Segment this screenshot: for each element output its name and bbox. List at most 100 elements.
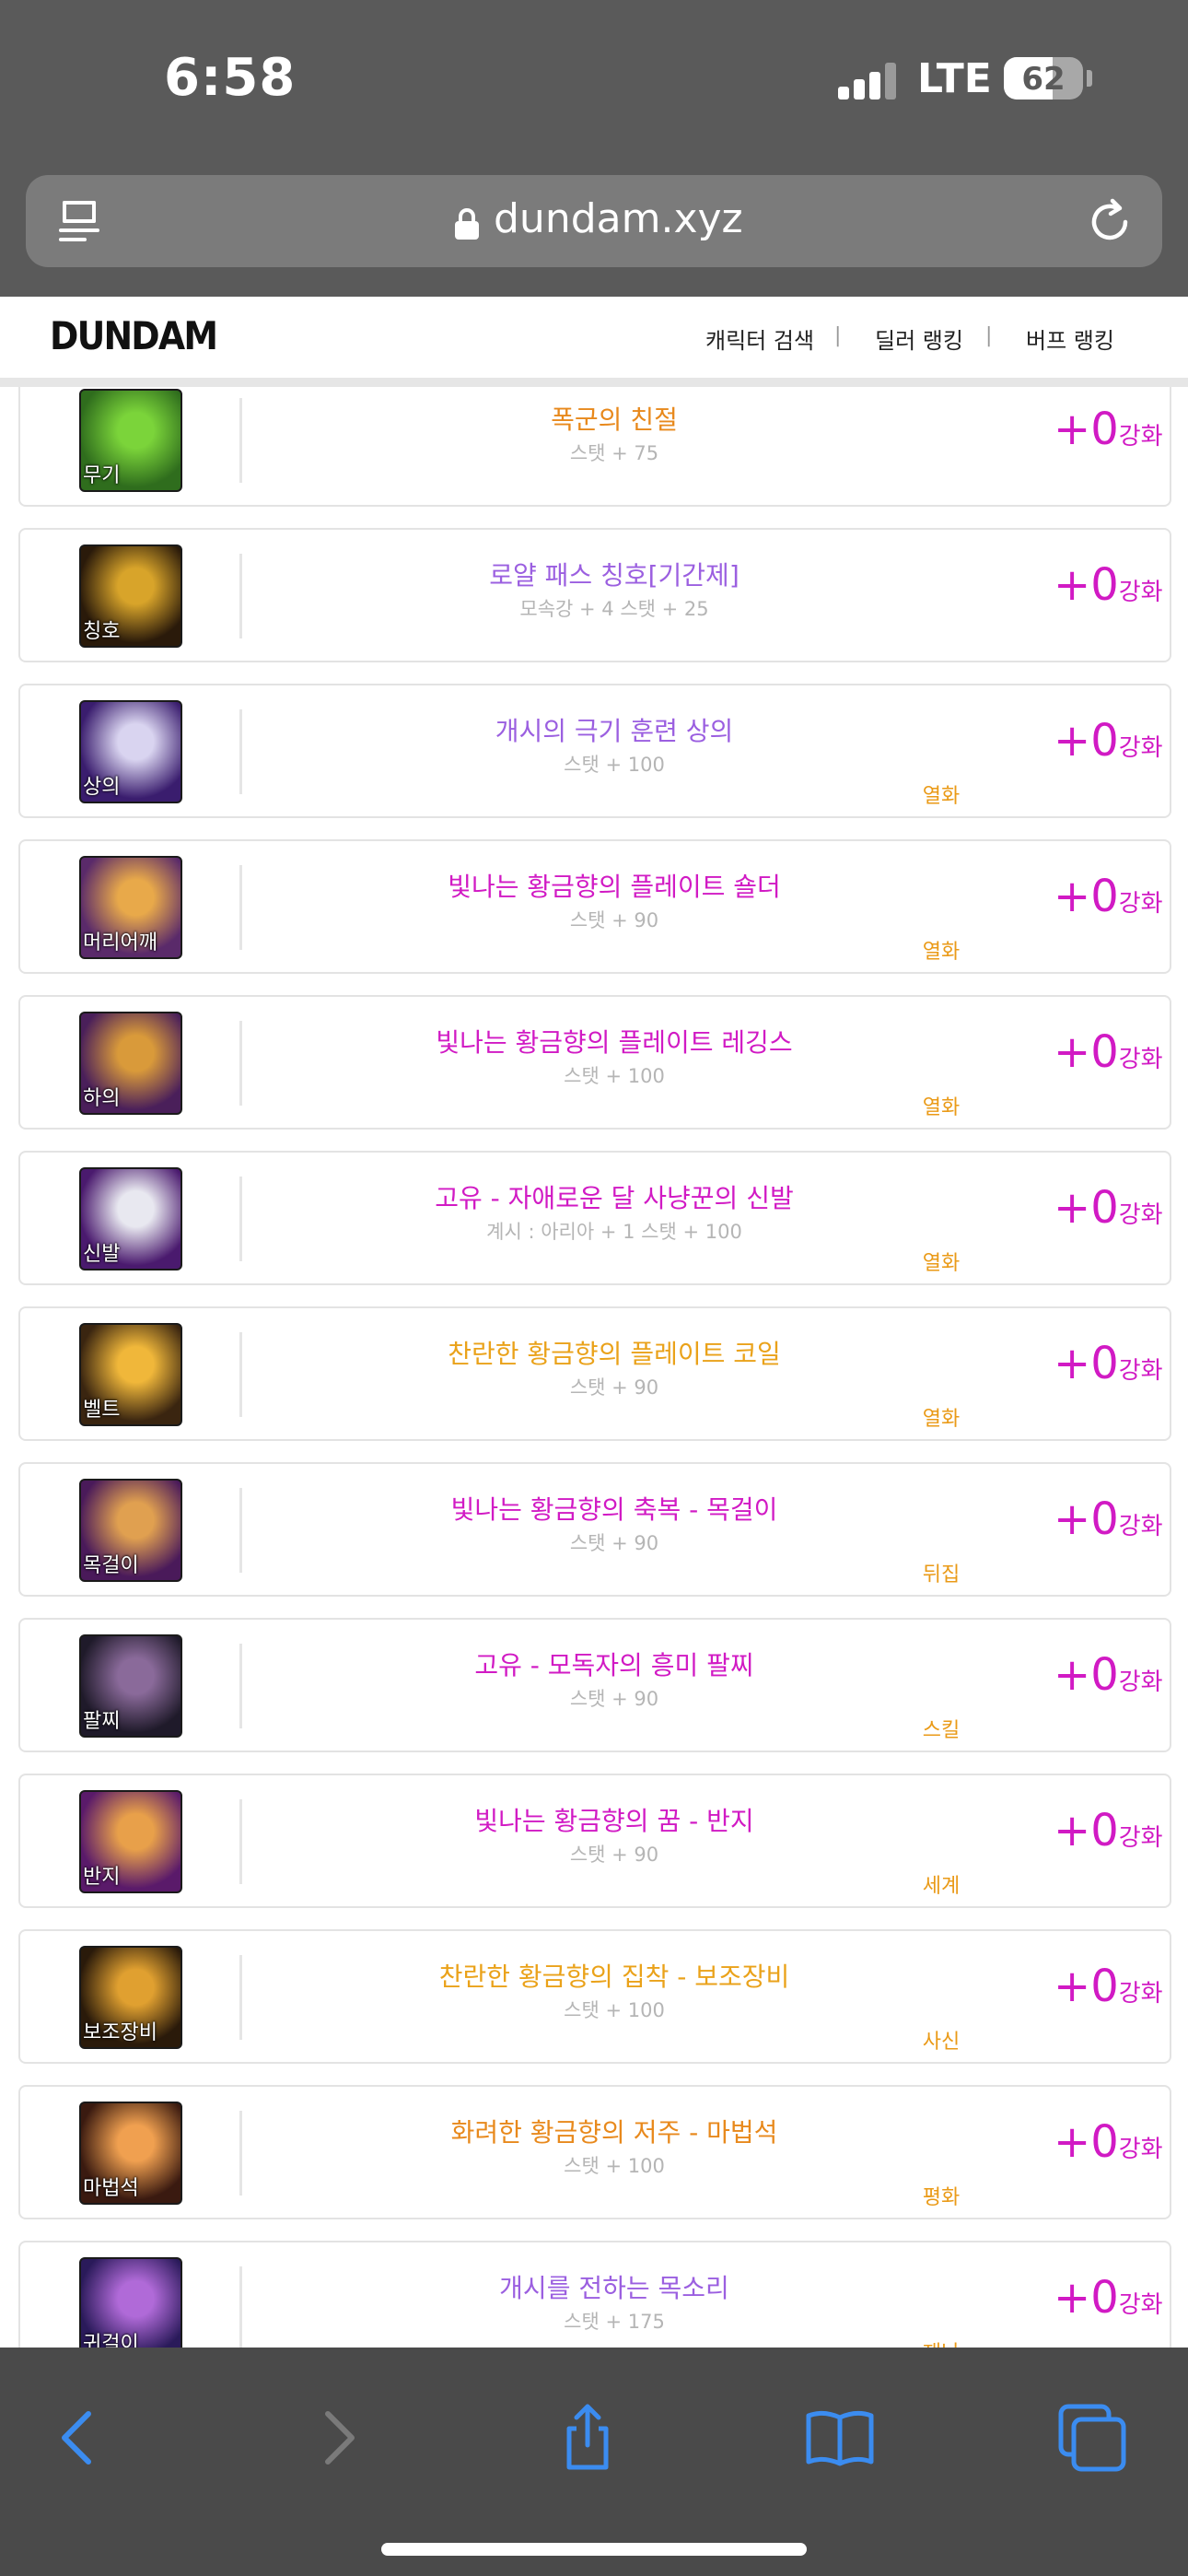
row-divider	[239, 709, 242, 794]
reinforce-level: +0강화	[1054, 871, 1163, 922]
item-stat: 스탯 + 100	[564, 1999, 665, 2021]
equipment-row[interactable]: 귀걸이 개시를 전하는 목소리스탯 + 175 재난 +0강화	[18, 2241, 1171, 2348]
reinforce-level: +0강화	[1054, 1182, 1163, 1234]
equipment-row[interactable]: 팔찌 고유 - 모독자의 흥미 팔찌 스탯 + 90 스킬 +0강화	[18, 1618, 1171, 1752]
nav-character-search[interactable]: 캐릭터 검색	[705, 322, 814, 355]
item-name[interactable]: 빛나는 황금향의 플레이트 레깅스	[250, 1023, 978, 1060]
item-name[interactable]: 고유 - 모독자의 흥미 팔찌	[250, 1645, 978, 1682]
cellular-signal-icon	[838, 61, 897, 100]
item-stat: 스탯 + 90	[569, 1688, 659, 1710]
row-divider	[239, 1799, 242, 1884]
reinforce-value: +0	[1054, 1026, 1119, 1078]
reload-icon[interactable]	[1085, 197, 1135, 247]
item-icon[interactable]: 칭호	[79, 544, 182, 648]
equipment-row[interactable]: 칭호 로얄 패스 칭호[기간제] 모속강 + 4 스탯 + 25 +0강화	[18, 528, 1171, 662]
item-stat: 스탯 + 90	[569, 1844, 659, 1866]
row-divider	[239, 398, 242, 483]
equipment-row[interactable]: 머리어깨 빛나는 황금향의 플레이트 숄더 스탯 + 90 열화 +0강화	[18, 839, 1171, 974]
item-name[interactable]: 폭군의 친절	[250, 400, 978, 437]
item-name[interactable]: 고유 - 자애로운 달 사냥꾼의 신발	[250, 1178, 978, 1215]
item-icon[interactable]: 상의	[79, 700, 182, 803]
address-bar[interactable]: dundam.xyz	[26, 175, 1162, 267]
slot-label: 반지	[83, 1866, 121, 1889]
reinforce-suffix: 강화	[1118, 1669, 1163, 1696]
reinforce-value: +0	[1054, 2272, 1119, 2324]
item-icon[interactable]: 반지	[79, 1790, 182, 1893]
reinforce-level: +0강화	[1054, 2116, 1163, 2168]
item-icon[interactable]: 머리어깨	[79, 856, 182, 959]
reinforce-value: +0	[1054, 871, 1119, 922]
item-name[interactable]: 빛나는 황금향의 꿈 - 반지	[250, 1801, 978, 1838]
equipment-row[interactable]: 벨트 찬란한 황금향의 플레이트 코일 스탯 + 90 열화 +0강화	[18, 1306, 1171, 1441]
item-name[interactable]: 빛나는 황금향의 축복 - 목걸이	[250, 1490, 978, 1527]
item-enchant: 재난	[886, 2336, 996, 2348]
equipment-row[interactable]: 반지 빛나는 황금향의 꿈 - 반지스탯 + 90 세계 +0강화	[18, 1774, 1171, 1908]
page-menu-icon[interactable]	[57, 199, 103, 245]
slot-label: 팔찌	[83, 1710, 121, 1733]
reinforce-value: +0	[1054, 559, 1119, 611]
reinforce-value: +0	[1054, 2116, 1119, 2168]
item-icon[interactable]: 목걸이	[79, 1479, 182, 1582]
reinforce-level: +0강화	[1054, 1026, 1163, 1078]
back-icon[interactable]	[42, 2401, 116, 2475]
equipment-row[interactable]: 목걸이 빛나는 황금향의 축복 - 목걸이 스탯 + 90 뒤집 +0강화	[18, 1462, 1171, 1597]
row-divider	[239, 1488, 242, 1573]
item-enchant: 세계	[922, 1875, 961, 1898]
item-name[interactable]: 화려한 황금향의 저주 - 마법석	[250, 2113, 978, 2149]
equipment-row[interactable]: 하의 빛나는 황금향의 플레이트 레깅스 스탯 + 100 열화 +0강화	[18, 995, 1171, 1130]
reinforce-level: +0강화	[1054, 1805, 1163, 1856]
item-name[interactable]: 로얄 패스 칭호[기간제]	[250, 556, 978, 592]
reinforce-suffix: 강화	[1118, 423, 1163, 451]
battery-tip	[1087, 70, 1092, 87]
item-name[interactable]: 개시를 전하는 목소리	[250, 2268, 978, 2305]
nav-dealer-ranking[interactable]: 딜러 랭킹	[875, 322, 963, 355]
reinforce-suffix: 강화	[1118, 579, 1163, 606]
equipment-row[interactable]: 마법석 화려한 황금향의 저주 - 마법석 스탯 + 100 평화 +0강화	[18, 2085, 1171, 2219]
nav-separator: |	[834, 324, 842, 347]
reinforce-suffix: 강화	[1118, 2291, 1163, 2319]
url-text[interactable]: dundam.xyz	[494, 195, 743, 242]
item-icon[interactable]: 팔찌	[79, 1634, 182, 1738]
share-icon[interactable]	[551, 2401, 624, 2475]
site-logo[interactable]: DUNDAM	[50, 313, 218, 358]
item-icon[interactable]: 하의	[79, 1012, 182, 1115]
item-name[interactable]: 개시의 극기 훈련 상의	[250, 711, 978, 748]
item-enchant: 열화	[922, 1096, 961, 1119]
tabs-icon[interactable]	[1055, 2401, 1129, 2475]
lock-icon	[455, 208, 479, 240]
bookmarks-icon[interactable]	[803, 2401, 877, 2475]
row-divider	[239, 1021, 242, 1106]
item-enchant: 평화	[922, 2186, 961, 2209]
item-icon[interactable]: 무기	[79, 389, 182, 492]
slot-label: 상의	[83, 776, 121, 799]
reinforce-value: +0	[1054, 1961, 1119, 2012]
slot-label: 칭호	[83, 620, 121, 643]
item-icon[interactable]: 마법석	[79, 2102, 182, 2205]
item-stat: 스탯 + 90	[569, 1532, 659, 1554]
equipment-row[interactable]: 보조장비 찬란한 황금향의 집착 - 보조장비 스탯 + 100 사신 +0강화	[18, 1929, 1171, 2064]
equipment-row[interactable]: 신발 고유 - 자애로운 달 사냥꾼의 신발 계시 : 아리아 + 1 스탯 + 1…	[18, 1151, 1171, 1285]
slot-label: 신발	[83, 1243, 121, 1266]
reinforce-value: +0	[1054, 1649, 1119, 1701]
reinforce-suffix: 강화	[1118, 1513, 1163, 1540]
equipment-row[interactable]: 상의 개시의 극기 훈련 상의 스탯 + 100 열화 +0강화	[18, 684, 1171, 818]
slot-label: 귀걸이	[83, 2333, 139, 2348]
item-name[interactable]: 찬란한 황금향의 플레이트 코일	[250, 1334, 978, 1371]
slot-label: 무기	[83, 464, 121, 487]
reinforce-suffix: 강화	[1118, 890, 1163, 918]
item-stat: 스탯 + 75	[569, 442, 659, 464]
reinforce-level: +0강화	[1054, 404, 1163, 455]
reinforce-suffix: 강화	[1118, 1824, 1163, 1852]
item-enchant: 열화	[922, 1252, 961, 1275]
equipment-row[interactable]: 무기 폭군의 친절스탯 + 75 +0강화	[18, 387, 1171, 507]
forward-icon[interactable]	[300, 2401, 374, 2475]
slot-label: 하의	[83, 1087, 121, 1110]
item-icon[interactable]: 벨트	[79, 1323, 182, 1426]
item-name[interactable]: 찬란한 황금향의 집착 - 보조장비	[250, 1957, 978, 1994]
item-icon[interactable]: 보조장비	[79, 1946, 182, 2049]
item-name[interactable]: 빛나는 황금향의 플레이트 숄더	[250, 867, 978, 904]
item-stat: 스탯 + 90	[569, 1376, 659, 1399]
nav-buffer-ranking[interactable]: 버프 랭킹	[1026, 322, 1114, 355]
item-icon[interactable]: 신발	[79, 1167, 182, 1270]
item-icon[interactable]: 귀걸이	[79, 2257, 182, 2348]
